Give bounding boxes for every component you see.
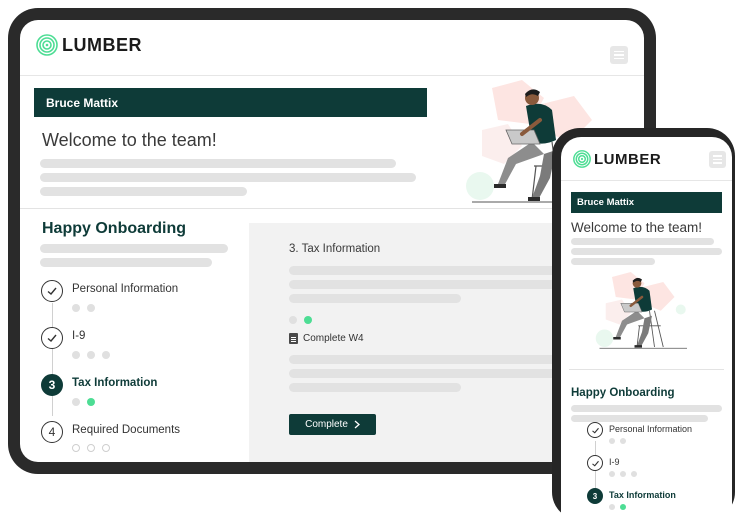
placeholder-line [289, 369, 569, 378]
step-label: Personal Information [609, 424, 693, 434]
complete-button[interactable]: Complete [289, 414, 376, 435]
step-personal-information[interactable]: Personal Information [587, 422, 692, 438]
tablet-screen: LUMBER Bruce Mattix Welcome to the team! [20, 20, 644, 462]
brand-name: LUMBER [62, 34, 142, 55]
step-progress-dots [72, 444, 110, 452]
chevron-right-icon [354, 420, 360, 429]
hamburger-menu-icon[interactable] [610, 46, 628, 64]
complete-button-label: Complete [305, 419, 348, 430]
onboarding-title: Happy Onboarding [571, 387, 675, 399]
placeholder-line [571, 258, 655, 265]
panel-title: 3. Tax Information [289, 243, 381, 255]
task-complete-w4[interactable]: Complete W4 [289, 333, 364, 344]
onboarding-title: Happy Onboarding [42, 220, 186, 237]
placeholder-line [40, 173, 416, 182]
step-connector [52, 303, 53, 416]
placeholder-line [289, 383, 461, 392]
placeholder-line [40, 244, 228, 253]
brand-logo[interactable]: LUMBER [36, 34, 142, 56]
step-label: I-9 [609, 457, 620, 467]
welcome-heading: Welcome to the team! [42, 130, 217, 150]
placeholder-line [289, 280, 569, 289]
step-number-badge: 3 [587, 488, 603, 504]
step-tax-information[interactable]: 3 Tax Information [41, 374, 157, 396]
section-divider [20, 208, 644, 209]
clipboard-icon [289, 333, 298, 344]
brand-logo[interactable]: LUMBER [573, 150, 661, 168]
placeholder-line [40, 159, 396, 168]
phone-device: LUMBER Bruce Mattix Welcome to the team! [552, 128, 735, 520]
app-header: LUMBER [20, 20, 644, 76]
step-label: Personal Information [72, 283, 179, 295]
spiral-logo-icon [573, 150, 591, 168]
check-circle-icon [41, 280, 63, 302]
step-label: Tax Information [609, 490, 676, 500]
check-circle-icon [41, 327, 63, 349]
placeholder-line [289, 294, 461, 303]
step-personal-information[interactable]: Personal Information [41, 280, 178, 302]
hamburger-menu-icon[interactable] [709, 151, 726, 168]
placeholder-line [571, 405, 722, 412]
placeholder-line [571, 238, 714, 245]
brand-name: LUMBER [594, 150, 662, 168]
welcome-heading: Welcome to the team! [571, 220, 703, 235]
placeholder-line [571, 415, 708, 422]
step-tax-information[interactable]: 3 Tax Information [587, 488, 676, 504]
placeholder-line [40, 187, 247, 196]
panel-progress-dots [289, 316, 312, 324]
step-progress-dots [609, 471, 637, 477]
step-number-badge: 3 [41, 374, 63, 396]
check-circle-icon [587, 422, 603, 438]
section-divider [569, 369, 724, 370]
spiral-logo-icon [36, 34, 58, 56]
phone-screen: LUMBER Bruce Mattix Welcome to the team! [561, 137, 732, 520]
step-progress-dots [609, 438, 626, 444]
placeholder-line [289, 355, 569, 364]
app-header: LUMBER [561, 137, 732, 181]
step-progress-dots [609, 504, 626, 510]
check-circle-icon [587, 455, 603, 471]
step-label: Required Documents [72, 424, 181, 436]
user-name-bar: Bruce Mattix [34, 88, 427, 117]
step-progress-dots [72, 398, 95, 406]
step-i9[interactable]: I-9 [587, 455, 620, 471]
placeholder-line [289, 266, 569, 275]
user-name-bar: Bruce Mattix [571, 192, 722, 213]
step-label: I-9 [72, 330, 86, 342]
step-number-badge: 4 [41, 421, 63, 443]
placeholder-line [571, 248, 722, 255]
step-progress-dots [72, 351, 110, 359]
step-required-documents[interactable]: 4 Required Documents [41, 421, 180, 443]
task-label: Complete W4 [303, 333, 364, 344]
person-with-laptop-illustration [595, 272, 687, 349]
placeholder-line [40, 258, 212, 267]
step-label: Tax Information [72, 377, 158, 389]
step-i9[interactable]: I-9 [41, 327, 85, 349]
step-progress-dots [72, 304, 95, 312]
